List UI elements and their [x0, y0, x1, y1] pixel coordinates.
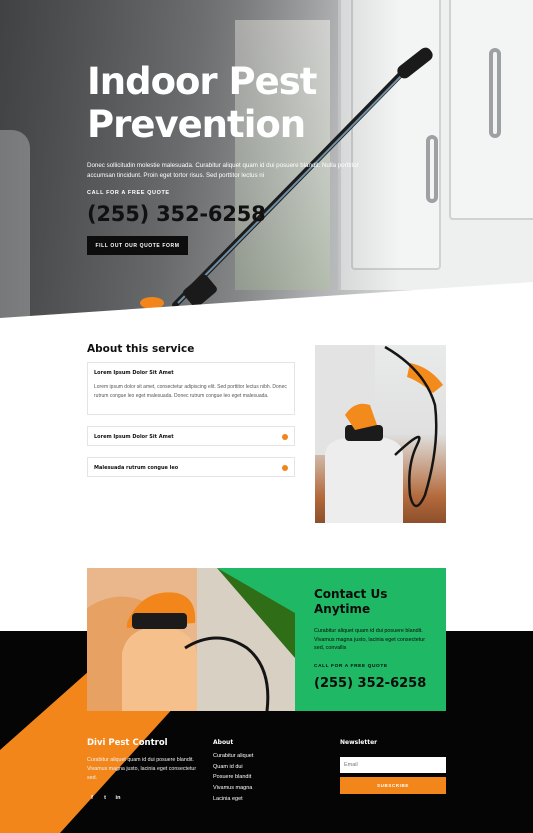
hero-section: Indoor Pest Prevention Donec sollicitudi…: [0, 0, 533, 320]
contact-title: Contact Us Anytime: [314, 587, 388, 616]
footer-brand[interactable]: Divi Pest Control: [87, 738, 168, 748]
about-title: About this service: [87, 343, 195, 355]
hero-phone-number[interactable]: (255) 352-6258: [87, 202, 266, 226]
footer-link[interactable]: Quam id dui: [213, 764, 243, 770]
contact-image: [87, 568, 295, 711]
accordion-item[interactable]: Lorem Ipsum Dolor Sit Amet: [87, 426, 295, 446]
accordion-title[interactable]: Lorem Ipsum Dolor Sit Amet: [94, 434, 174, 440]
accordion-toggle-icon[interactable]: [282, 434, 288, 440]
footer-newsletter-title: Newsletter: [340, 739, 378, 746]
accordion-body: Lorem ipsum dolor sit amet, consectetur …: [94, 384, 287, 399]
newsletter-email-input[interactable]: [340, 757, 446, 773]
accordion-item[interactable]: Malesuada rutrum congue leo: [87, 457, 295, 477]
sprayer-photo: [315, 345, 446, 523]
contact-phone-number[interactable]: (255) 352-6258: [314, 676, 426, 691]
linkedin-icon[interactable]: in: [114, 794, 122, 802]
footer-link[interactable]: Posuere blandit: [213, 774, 251, 780]
subscribe-button[interactable]: SUBSCRIBE: [340, 777, 446, 794]
footer-link[interactable]: Lacinia eget: [213, 796, 243, 802]
accordion-item-open[interactable]: Lorem Ipsum Dolor Sit Amet Lorem ipsum d…: [87, 362, 295, 415]
facebook-icon[interactable]: f: [88, 794, 96, 802]
footer-link[interactable]: Vivamus magna: [213, 785, 252, 791]
quote-form-button[interactable]: FILL OUT OUR QUOTE FORM: [87, 236, 188, 255]
hero-title: Indoor Pest Prevention: [87, 60, 317, 146]
twitter-icon[interactable]: t: [101, 794, 109, 802]
accordion-title[interactable]: Malesuada rutrum congue leo: [94, 465, 178, 471]
footer-link[interactable]: Curabitur aliquet: [213, 753, 253, 759]
footer-description: Curabitur aliquet quam id dui posuere bl…: [87, 757, 197, 781]
footer-about-title: About: [213, 739, 234, 746]
contact-description: Curabitur aliquet quam id dui posuere bl…: [314, 628, 426, 652]
accordion-toggle-icon[interactable]: [282, 465, 288, 471]
contact-quote-label: CALL FOR A FREE QUOTE: [314, 664, 388, 669]
hero-description: Donec sollicitudin molestie malesuada. C…: [87, 162, 359, 179]
hero-quote-label: CALL FOR A FREE QUOTE: [87, 190, 170, 196]
accordion-title[interactable]: Lorem Ipsum Dolor Sit Amet: [94, 370, 174, 376]
